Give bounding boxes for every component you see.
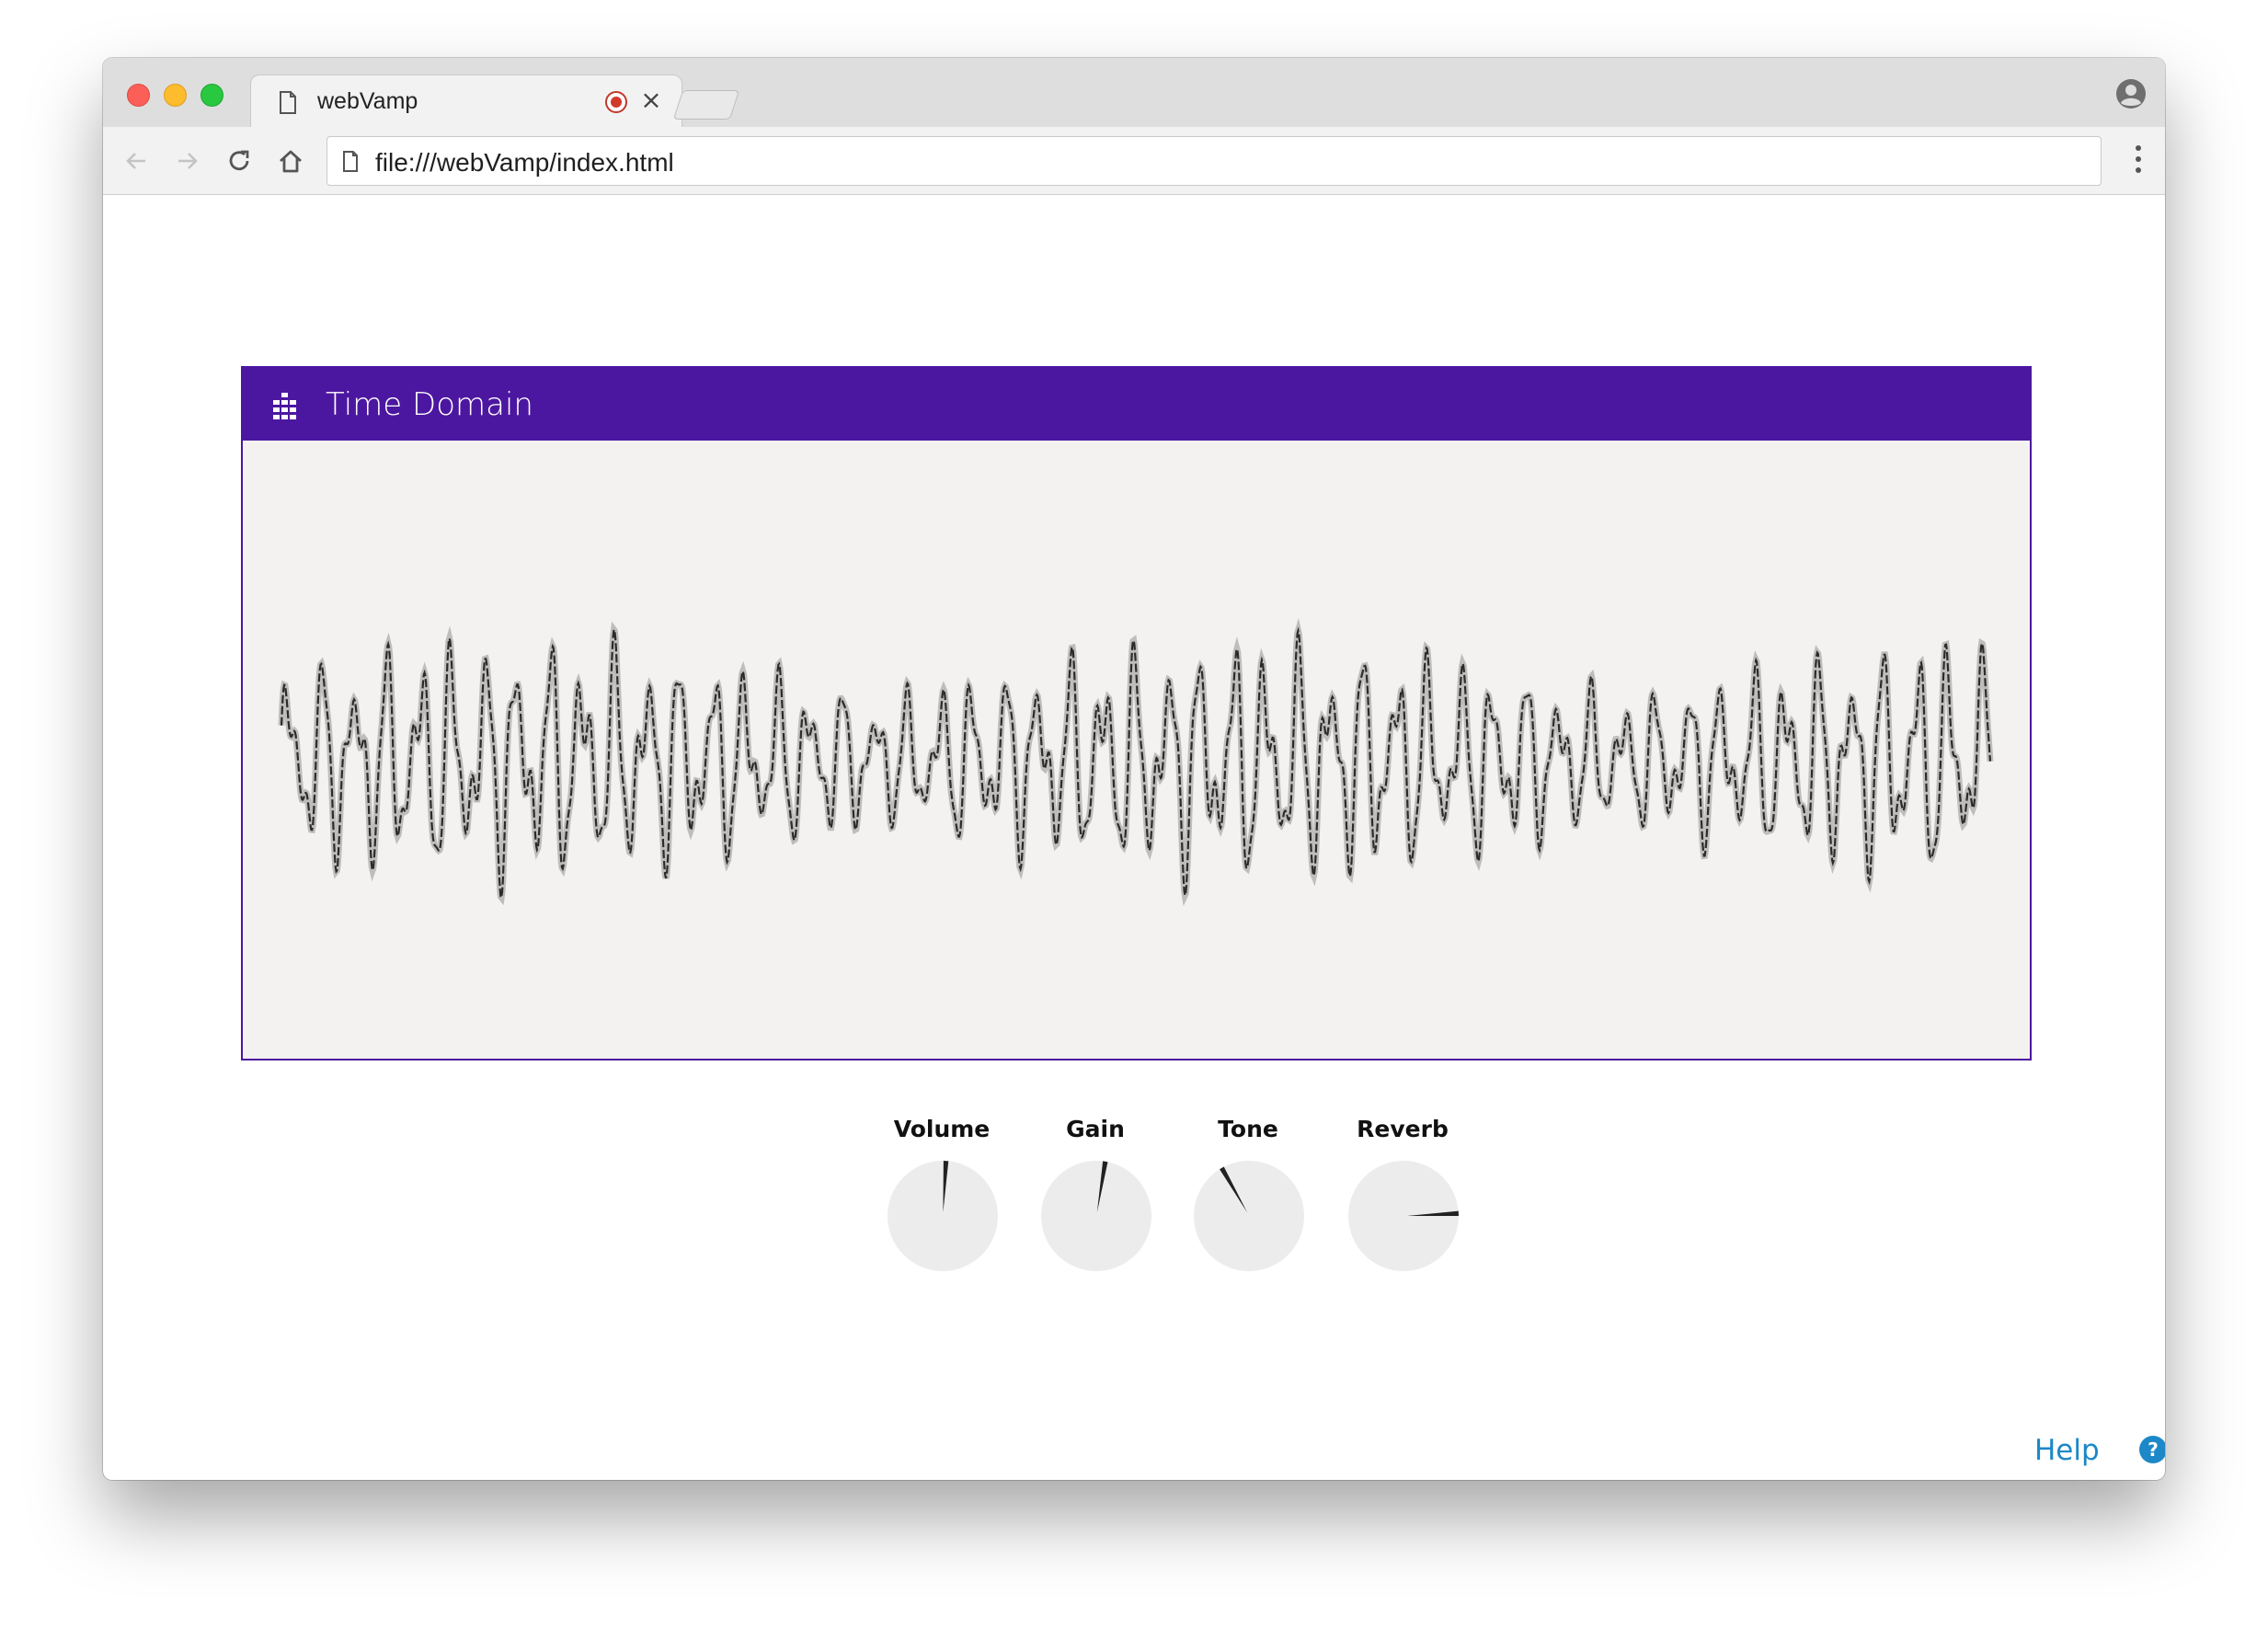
minimize-window-button[interactable] (164, 84, 187, 107)
knob-label-reverb: Reverb (1357, 1116, 1449, 1142)
question-circle-icon[interactable]: ? (2138, 1435, 2165, 1464)
vertical-dots-icon[interactable] (2134, 145, 2143, 177)
knob-dial (888, 1161, 998, 1271)
knob-dial (1041, 1161, 1151, 1271)
tone-knob[interactable] (1193, 1160, 1305, 1272)
reload-button[interactable] (224, 146, 254, 176)
home-icon (280, 150, 302, 173)
maximize-window-button[interactable] (200, 84, 223, 107)
help-link[interactable]: Help (2034, 1434, 2100, 1467)
svg-text:?: ? (2148, 1439, 2159, 1461)
address-bar[interactable]: file:///webVamp/index.html (326, 136, 2102, 186)
waveform-plot (278, 617, 1994, 907)
time-domain-panel: Time Domain (241, 366, 2032, 1060)
browser-toolbar: file:///webVamp/index.html (103, 127, 2165, 195)
arrow-right-icon (178, 153, 198, 169)
panel-title: Time Domain (326, 386, 533, 423)
document-icon (280, 91, 296, 114)
waveform-line (280, 626, 1992, 900)
forward-button[interactable] (173, 146, 202, 176)
new-tab-button[interactable] (672, 90, 740, 120)
record-icon (605, 91, 627, 113)
tab-close-button[interactable]: × (637, 85, 665, 118)
title-bar: webVamp × (103, 58, 2165, 128)
volume-knob-group: Volume (868, 1116, 1015, 1327)
gain-knob[interactable] (1040, 1160, 1152, 1272)
knob-dial (1194, 1161, 1304, 1271)
waveform-canvas (243, 441, 2030, 1059)
reload-icon (229, 150, 249, 171)
tone-knob-group: Tone (1174, 1116, 1322, 1327)
tab-title: webVamp (317, 88, 418, 114)
back-button[interactable] (121, 146, 151, 176)
knob-label-volume: Volume (893, 1116, 991, 1142)
knob-label-gain: Gain (1066, 1116, 1125, 1142)
arrow-left-icon (126, 153, 145, 169)
close-window-button[interactable] (127, 84, 150, 107)
reverb-knob[interactable] (1347, 1160, 1460, 1272)
volume-knob[interactable] (887, 1160, 999, 1272)
home-button[interactable] (276, 146, 305, 176)
reverb-knob-group: Reverb (1329, 1116, 1476, 1327)
url-text[interactable]: file:///webVamp/index.html (375, 148, 674, 178)
gain-knob-group: Gain (1022, 1116, 1169, 1327)
panel-header: Time Domain (243, 368, 2030, 441)
document-icon (343, 151, 358, 172)
equalizer-icon (273, 393, 296, 419)
user-account-icon[interactable] (2115, 78, 2147, 109)
knob-label-tone: Tone (1218, 1116, 1278, 1142)
browser-window: webVamp × file:///webVamp/index.html Tim… (103, 58, 2165, 1480)
browser-tab[interactable]: webVamp × (250, 75, 682, 128)
